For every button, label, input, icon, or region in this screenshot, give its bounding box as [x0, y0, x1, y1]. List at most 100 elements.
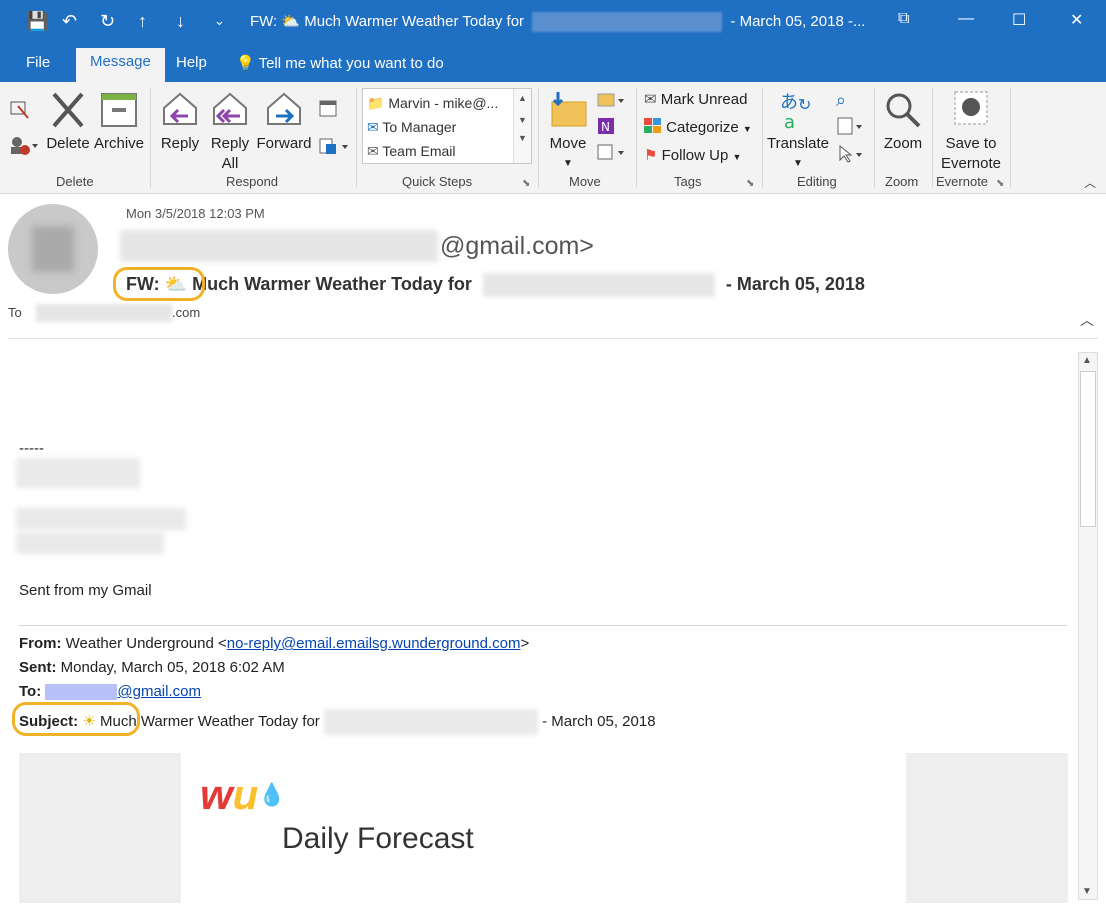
collapse-header-icon[interactable]: ︿ [1080, 310, 1094, 330]
expand-gallery-icon[interactable]: ▼ [514, 133, 531, 143]
redacted-location [482, 273, 715, 297]
scroll-up-icon[interactable]: ▲ [1082, 355, 1092, 366]
redo-icon[interactable]: ↻ [100, 10, 115, 32]
collapse-ribbon-icon[interactable]: ︿ [1084, 174, 1096, 191]
maximize-button[interactable]: ☐ [1012, 10, 1026, 30]
reply-all-button[interactable]: Reply All [206, 90, 254, 174]
redacted-recipient [36, 304, 172, 322]
zoom-button[interactable]: Zoom [880, 90, 926, 154]
subject-main: Much Warmer Weather Today for [192, 273, 472, 294]
save-to-evernote-button[interactable]: Save to Evernote [936, 90, 1006, 174]
ribbon-separator [538, 88, 539, 188]
related-button[interactable] [836, 116, 866, 142]
move-button[interactable]: Move ▼ [544, 90, 592, 174]
forward-icon [267, 92, 301, 125]
redacted-location [323, 709, 538, 735]
quick-step-team-email[interactable]: ✉ Team Email [367, 143, 456, 160]
actions-button[interactable] [596, 142, 628, 168]
calendar-icon [319, 100, 337, 117]
daily-forecast-title: Daily Forecast [282, 822, 474, 855]
reply-all-label-2: All [221, 155, 239, 172]
reply-button[interactable]: Reply [158, 90, 202, 154]
ribbon-display-options-icon[interactable]: ⧉ [898, 10, 909, 28]
find-button[interactable]: ⌕ [836, 90, 846, 112]
categorize-icon [644, 118, 661, 133]
wunderground-logo[interactable]: wu💧 [200, 770, 286, 820]
redacted-email [45, 684, 118, 701]
dropdown-arrow-icon: ▼ [793, 158, 803, 169]
mark-unread-button[interactable]: ✉ Mark Unread [644, 90, 747, 110]
sent-date: Mon 3/5/2018 12:03 PM [126, 206, 265, 221]
junk-button[interactable] [8, 134, 38, 162]
archive-button[interactable]: Archive [94, 90, 144, 154]
categorize-button[interactable]: Categorize ▼ [644, 118, 752, 139]
ignore-button[interactable] [8, 98, 30, 126]
delete-label: Delete [46, 135, 90, 152]
weather-emoji-icon: ⛅ [281, 13, 301, 30]
scrollbar-thumb[interactable] [1080, 371, 1096, 527]
scroll-down-icon[interactable]: ▼ [514, 115, 531, 125]
close-button[interactable]: ✕ [1070, 10, 1083, 30]
reading-pane-scrollbar[interactable]: ▲ ▼ [1078, 352, 1098, 900]
categorize-label: Categorize [666, 119, 739, 136]
dialog-launcher-icon[interactable]: ⬊ [522, 178, 530, 189]
fwd-from-close: > [520, 635, 530, 652]
raindrop-icon: 💧 [258, 782, 286, 807]
fwd-from-email-link[interactable]: no-reply@email.emailsg.wunderground.com [227, 635, 521, 652]
minimize-button[interactable]: — [958, 10, 974, 28]
sender-avatar[interactable] [8, 204, 98, 294]
ribbon-separator [636, 88, 637, 188]
translate-icon: あ ↻a [780, 92, 811, 130]
translate-label: Translate [767, 135, 829, 152]
translate-button[interactable]: あ ↻ a Translate ▼ [766, 90, 830, 174]
next-item-icon[interactable]: ↓ [176, 10, 185, 32]
fwd-sent-line: Sent: Monday, March 05, 2018 6:02 AM [19, 659, 285, 676]
ribbon: Delete Archive Delete Reply Reply All Fo… [0, 82, 1106, 194]
zoom-label: Zoom [883, 135, 923, 152]
sender-address[interactable]: @gmail.com> [440, 232, 594, 261]
quick-step-label: To Manager [382, 119, 457, 135]
scroll-up-icon[interactable]: ▲ [514, 93, 531, 103]
dialog-launcher-icon[interactable]: ⬊ [746, 178, 754, 189]
quick-step-to-manager[interactable]: ✉ To Manager [367, 119, 456, 136]
svg-text:↻: ↻ [798, 95, 811, 114]
onenote-button[interactable]: N [596, 116, 616, 142]
previous-item-icon[interactable]: ↑ [138, 10, 147, 32]
scroll-down-icon[interactable]: ▼ [1082, 886, 1092, 897]
dropdown-arrow-icon: ▼ [563, 158, 573, 169]
customize-quick-access-icon[interactable]: ⌄ [214, 10, 225, 32]
select-button[interactable] [836, 144, 866, 170]
tab-file[interactable]: File [12, 52, 64, 82]
logo-u: u [232, 771, 259, 818]
dropdown-arrow-icon: ▼ [732, 152, 742, 162]
reply-label: Reply [160, 135, 200, 152]
tab-help[interactable]: Help [162, 52, 221, 82]
svg-text:あ: あ [780, 92, 798, 113]
forward-button[interactable]: Forward [254, 90, 314, 154]
recipient-domain[interactable]: .com [172, 305, 200, 320]
quick-step-marvin[interactable]: 📁 Marvin - mike@... [367, 95, 498, 112]
tell-me-search[interactable]: 💡 Tell me what you want to do [236, 54, 444, 74]
redacted-signature-line [16, 508, 186, 530]
title-prefix: FW: [250, 13, 278, 30]
save-icon[interactable]: 💾 [26, 10, 48, 32]
banner-left-panel [19, 753, 181, 903]
delete-button[interactable]: Delete [44, 90, 92, 154]
more-respond-button[interactable] [318, 136, 350, 162]
fwd-to-email-link[interactable]: @gmail.com [45, 683, 201, 701]
logo-w: w [200, 771, 233, 818]
group-label-zoom: Zoom [885, 174, 919, 189]
dialog-launcher-icon[interactable]: ⬊ [996, 178, 1004, 189]
rules-button[interactable] [596, 90, 628, 116]
group-label-tags: Tags [674, 174, 702, 189]
tab-message[interactable]: Message [76, 48, 165, 82]
forward-mail-icon: ✉ [367, 119, 379, 135]
meeting-button[interactable] [318, 98, 338, 124]
reply-all-icon [213, 92, 247, 125]
quick-steps-scrollbar[interactable]: ▲ ▼ ▼ [513, 89, 531, 163]
evernote-label-1: Save to [945, 135, 997, 152]
onenote-icon: N [598, 118, 614, 134]
follow-up-button[interactable]: ⚑ Follow Up ▼ [644, 146, 741, 167]
undo-icon[interactable]: ↶ [62, 10, 77, 32]
group-label-evernote: Evernote [936, 174, 989, 189]
